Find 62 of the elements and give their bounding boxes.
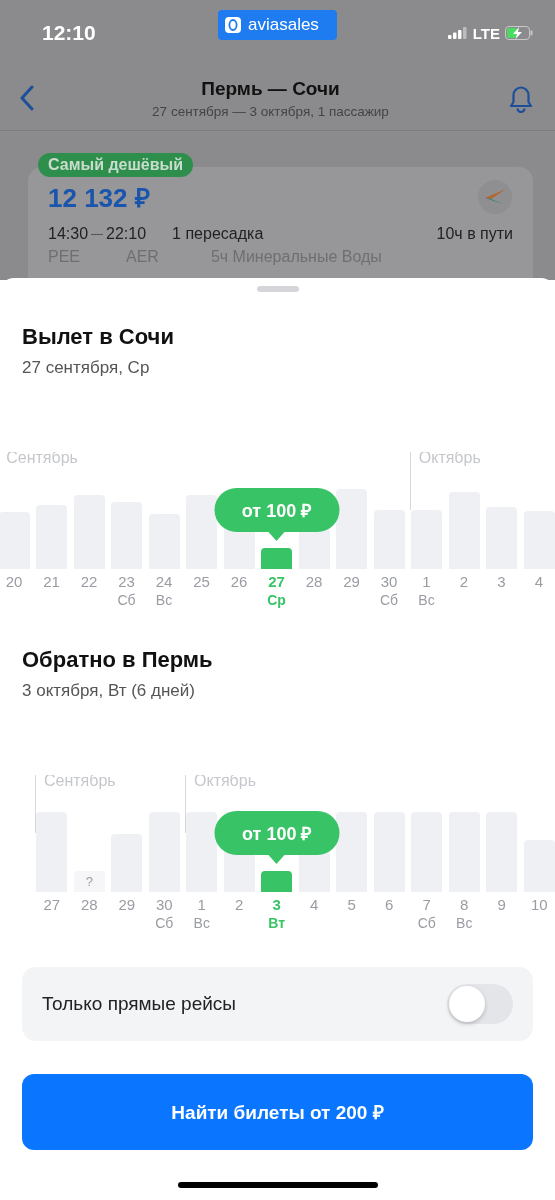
weekday-label: Вс (418, 592, 435, 608)
selected-date: 3 октября, Вт (6 дней) (22, 681, 196, 701)
section-title: Обратно в Пермь (22, 647, 214, 673)
month-label: Сентябрь (6, 452, 78, 467)
day-number: 2 (235, 896, 244, 913)
route-title: Пермь — Сочи (200, 77, 341, 100)
day-number: 7 (422, 896, 431, 913)
weekday-label: Вс (155, 592, 173, 608)
day-number: 28 (80, 896, 98, 913)
weekday-label: Вс (456, 915, 473, 931)
day-number: 8 (460, 896, 469, 913)
day-number: 3 (272, 896, 281, 913)
direct-flights-label: Только прямые рейсы (42, 993, 238, 1015)
unknown-mark: ? (85, 874, 93, 891)
day-number: 6 (385, 896, 394, 913)
price-tooltip: от 100 ₽ (214, 811, 340, 864)
departure-time: 14:30 (48, 225, 89, 243)
weekday-label: Вт (268, 915, 286, 931)
day-number: 27 (268, 573, 285, 590)
day-number: 29 (118, 896, 136, 913)
weekday-label: Ср (267, 592, 286, 608)
weekday-label: Сб (117, 592, 136, 608)
trip-subtitle: 27 сентября — 3 октября, 1 пассажир (151, 103, 390, 119)
network-label: LTE (472, 24, 500, 42)
day-number: 30 (155, 896, 173, 913)
weekday-label: Сб (155, 915, 174, 931)
day-number: 25 (193, 573, 210, 590)
day-number: 4 (534, 573, 544, 590)
day-number: 1 (422, 573, 431, 590)
arrival-time: 22:10 (106, 225, 147, 243)
day-number: 20 (5, 573, 23, 590)
month-label: Октябрь (418, 452, 481, 467)
weekday-label: Вс (193, 915, 210, 931)
day-number: 5 (347, 896, 356, 913)
day-number: 2 (459, 573, 469, 590)
ticket-price: 12 132 ₽ (48, 182, 150, 215)
day-number: 30 (380, 573, 398, 590)
flight-duration: 10ч в пути (436, 225, 513, 243)
day-number: 21 (43, 573, 60, 590)
app-badge: aviasales (218, 10, 337, 40)
day-number: 3 (497, 573, 506, 590)
day-number: 27 (43, 896, 61, 913)
day-number: 9 (497, 896, 506, 913)
day-number: 26 (230, 573, 248, 590)
weekday-label: Сб (379, 592, 399, 608)
day-number: 1 (197, 896, 206, 913)
day-number: 24 (155, 573, 173, 590)
day-number: 4 (310, 896, 319, 913)
day-number: 10 (530, 896, 548, 913)
day-number: 28 (305, 573, 323, 590)
status-time: 12:10 (42, 21, 97, 45)
section-title: Вылет в Сочи (22, 324, 175, 350)
day-number: 22 (80, 573, 98, 590)
day-number: 23 (118, 573, 135, 590)
cheapest-badge: Самый дешёвый (38, 153, 194, 177)
month-label: Октябрь (194, 775, 256, 790)
price-tooltip: от 100 ₽ (214, 488, 339, 541)
month-label: Сентябрь (44, 775, 116, 790)
stops-count: 1 пересадка (172, 225, 264, 243)
weekday-label: Сб (417, 915, 436, 931)
selected-date: 27 сентября, Ср (22, 358, 151, 378)
day-number: 29 (343, 573, 360, 590)
